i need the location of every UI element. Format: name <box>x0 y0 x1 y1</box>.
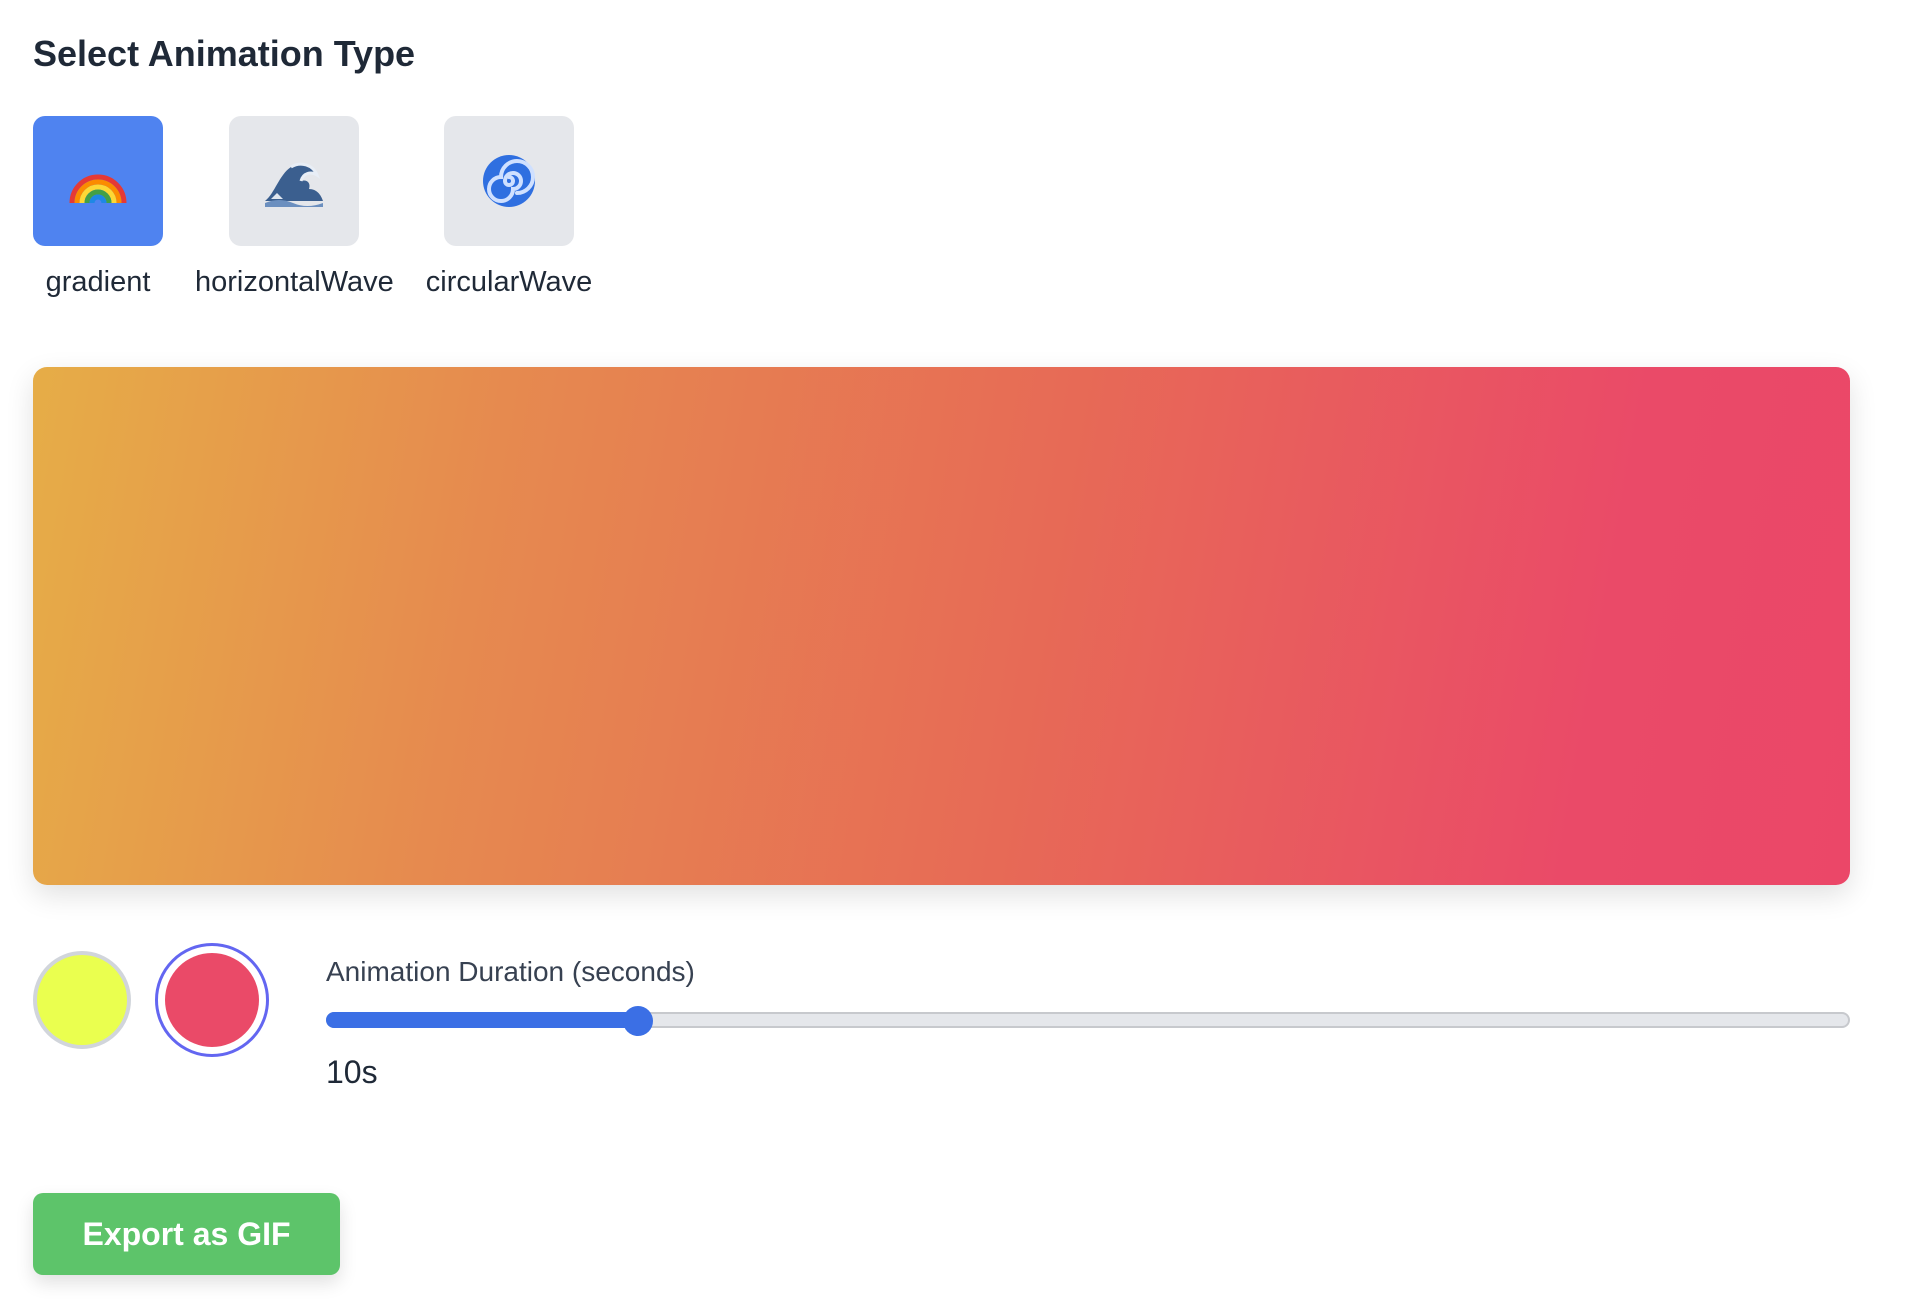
color-swatch-2-fill <box>165 953 259 1047</box>
type-tile[interactable] <box>33 116 163 246</box>
duration-value: 10s <box>326 1054 378 1090</box>
duration-slider[interactable] <box>326 1006 1850 1036</box>
type-label: gradient <box>45 266 151 298</box>
animation-type-list: gradient horizontalWave circularWave <box>33 116 592 300</box>
duration-label: Animation Duration (seconds) <box>326 956 695 987</box>
slider-thumb[interactable] <box>623 1006 654 1036</box>
type-label: horizontalWave <box>195 266 394 298</box>
type-tile[interactable] <box>229 116 360 246</box>
animation-type-circular-wave[interactable]: circularWave <box>425 116 593 300</box>
section-title: Select Animation Type <box>33 33 416 74</box>
type-label: circularWave <box>425 266 593 298</box>
type-tile[interactable] <box>444 116 575 246</box>
rainbow-icon <box>69 174 127 207</box>
animation-preview <box>33 367 1850 885</box>
slider-fill <box>326 1012 639 1028</box>
animation-type-gradient[interactable]: gradient <box>33 116 163 300</box>
color-swatch-2[interactable] <box>155 943 269 1057</box>
export-gif-button[interactable]: Export as GIF <box>33 1193 340 1275</box>
animation-editor: Select Animation Type gradient horizonta… <box>0 0 1910 1300</box>
spiral-icon <box>483 155 536 207</box>
wave-icon <box>265 162 324 207</box>
animation-type-horizontal-wave[interactable]: horizontalWave <box>195 116 394 300</box>
color-swatch-1[interactable] <box>33 951 131 1049</box>
